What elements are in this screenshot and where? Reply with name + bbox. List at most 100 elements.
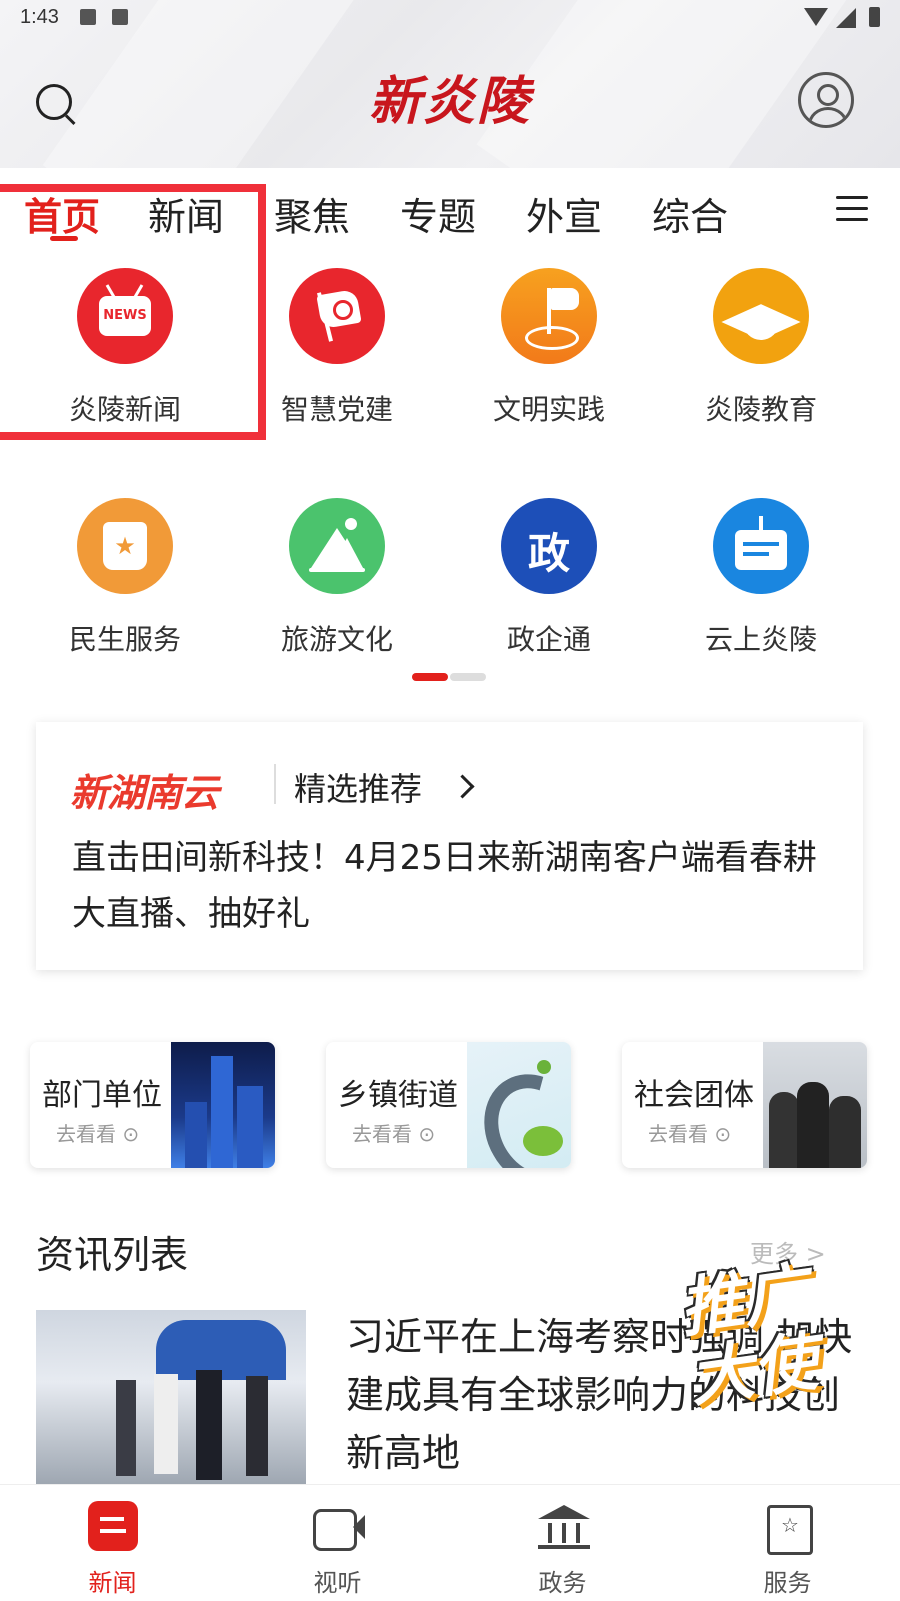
tab-external[interactable]: 外宣 bbox=[526, 186, 602, 241]
board-line bbox=[743, 552, 769, 556]
category-title: 部门单位 bbox=[42, 1078, 162, 1113]
menu-icon bbox=[836, 196, 868, 199]
building-shape bbox=[237, 1086, 263, 1168]
news-thumbnail[interactable] bbox=[36, 1310, 306, 1490]
grid-item-label: 旅游文化 bbox=[280, 623, 393, 656]
video-icon-body bbox=[313, 1509, 357, 1551]
chevron-right-icon bbox=[450, 774, 475, 799]
nav-label: 新闻 bbox=[88, 1569, 137, 1597]
nav-video[interactable]: 视听 bbox=[225, 1485, 450, 1601]
category-title: 社会团体 bbox=[634, 1078, 754, 1113]
sun-shape bbox=[345, 518, 357, 530]
news-icon bbox=[88, 1501, 138, 1551]
board-sign-icon bbox=[713, 498, 809, 594]
divider bbox=[274, 764, 276, 804]
news-icon-bg bbox=[88, 1501, 138, 1551]
news-icon-line bbox=[100, 1517, 124, 1521]
category-social-groups[interactable]: 社会团体 去看看 ⊙ bbox=[622, 1042, 867, 1168]
ground-line bbox=[309, 568, 365, 572]
app-header: 1:43 新炎陵 bbox=[0, 0, 900, 168]
image-notification-icon bbox=[80, 9, 96, 25]
user-avatar-button[interactable] bbox=[798, 72, 854, 128]
board-hanger bbox=[759, 516, 763, 530]
person-shape bbox=[116, 1380, 136, 1476]
grid-item-cloud-yanling[interactable]: 云上炎陵 bbox=[666, 498, 856, 658]
person-shape bbox=[769, 1092, 799, 1168]
emblem-mark bbox=[333, 300, 353, 320]
tab-general[interactable]: 综合 bbox=[652, 186, 728, 241]
menu-icon-bar bbox=[836, 207, 868, 210]
promo-ambassador-badge[interactable]: 推广大使 bbox=[675, 1252, 870, 1416]
road-map-image bbox=[464, 1042, 571, 1168]
hunan-cloud-logo: 新湖南云 bbox=[70, 771, 219, 815]
grid-item-civilization[interactable]: 文明实践 bbox=[454, 268, 644, 428]
user-icon bbox=[817, 84, 839, 106]
channel-menu-button[interactable] bbox=[836, 196, 868, 222]
highlight-box bbox=[0, 184, 266, 440]
pager-active-dot bbox=[412, 673, 448, 681]
grid-item-label: 云上炎陵 bbox=[704, 623, 817, 656]
recommend-headline[interactable]: 直击田间新科技！4月25日来新湖南客户端看春耕大直播、抽好礼 bbox=[72, 830, 832, 942]
category-sub-text: 去看看 bbox=[56, 1122, 116, 1146]
star-glyph: ★ bbox=[114, 532, 136, 560]
category-sub: 去看看 ⊙ bbox=[648, 1118, 731, 1147]
target-ring bbox=[525, 326, 579, 350]
gov-icon: 政 bbox=[501, 498, 597, 594]
signal-icon bbox=[836, 8, 856, 28]
grid-item-yanling-education[interactable]: 炎陵教育 bbox=[666, 268, 856, 428]
recommend-card[interactable]: 新湖南云 精选推荐 直击田间新科技！4月25日来新湖南客户端看春耕大直播、抽好礼 bbox=[36, 722, 863, 970]
flag-target-icon bbox=[501, 268, 597, 364]
promo-text: 推广大使 bbox=[674, 1255, 822, 1417]
wifi-icon bbox=[804, 8, 828, 26]
category-departments[interactable]: 部门单位 去看看 ⊙ bbox=[30, 1042, 275, 1168]
nav-news[interactable]: 新闻 bbox=[0, 1485, 225, 1601]
tree-shape bbox=[523, 1126, 563, 1156]
user-icon-body bbox=[808, 107, 848, 125]
video-icon bbox=[313, 1501, 365, 1551]
search-icon-handle bbox=[64, 114, 76, 126]
person-shape bbox=[797, 1082, 829, 1168]
pager-dot bbox=[450, 673, 486, 681]
mountain-icon bbox=[289, 498, 385, 594]
status-time: 1:43 bbox=[20, 6, 59, 28]
bottom-nav: 新闻 视听 政务 ☆ 服务 bbox=[0, 1484, 900, 1601]
government-icon bbox=[538, 1501, 590, 1551]
building-shape bbox=[211, 1056, 233, 1168]
person-shape bbox=[829, 1096, 861, 1168]
search-button[interactable] bbox=[32, 80, 80, 128]
category-towns[interactable]: 乡镇街道 去看看 ⊙ bbox=[326, 1042, 571, 1168]
graduation-cap-icon bbox=[713, 268, 809, 364]
grid-item-tourism[interactable]: 旅游文化 bbox=[242, 498, 432, 658]
grid-item-smart-party[interactable]: 智慧党建 bbox=[242, 268, 432, 428]
gov-icon-pillar bbox=[576, 1523, 580, 1543]
people-silhouette-image bbox=[763, 1042, 867, 1168]
nav-label: 服务 bbox=[763, 1569, 812, 1597]
party-flag-icon bbox=[289, 268, 385, 364]
menu-icon-bar bbox=[836, 218, 868, 221]
city-buildings-image bbox=[171, 1042, 275, 1168]
person-shape bbox=[154, 1374, 178, 1474]
grid-item-label: 智慧党建 bbox=[280, 393, 393, 426]
person-shape bbox=[246, 1376, 268, 1476]
tree-shape bbox=[537, 1060, 551, 1074]
app-logo: 新炎陵 bbox=[368, 71, 531, 132]
tab-topics[interactable]: 专题 bbox=[400, 186, 476, 241]
recommend-section-label: 精选推荐 bbox=[294, 770, 423, 808]
category-sub: 去看看 ⊙ bbox=[352, 1118, 435, 1147]
grid-item-gov-enterprise[interactable]: 政 政企通 bbox=[454, 498, 644, 658]
person-shape bbox=[196, 1370, 222, 1480]
status-bar: 1:43 bbox=[0, 0, 900, 36]
service-icon: ☆ bbox=[763, 1501, 813, 1555]
mountain-shape bbox=[331, 538, 363, 568]
nav-service[interactable]: ☆ 服务 bbox=[675, 1485, 900, 1601]
gov-icon-base bbox=[538, 1545, 590, 1549]
nav-government[interactable]: 政务 bbox=[450, 1485, 675, 1601]
battery-icon bbox=[869, 7, 880, 27]
tab-focus[interactable]: 聚焦 bbox=[274, 186, 350, 241]
news-icon-line bbox=[100, 1529, 126, 1533]
grid-item-livelihood[interactable]: ★ 民生服务 bbox=[30, 498, 220, 658]
grid-item-label: 炎陵教育 bbox=[704, 393, 817, 426]
board-line bbox=[743, 542, 779, 546]
arrow-circle-icon: ⊙ bbox=[418, 1122, 436, 1146]
service-icon-star: ☆ bbox=[781, 1513, 799, 1537]
